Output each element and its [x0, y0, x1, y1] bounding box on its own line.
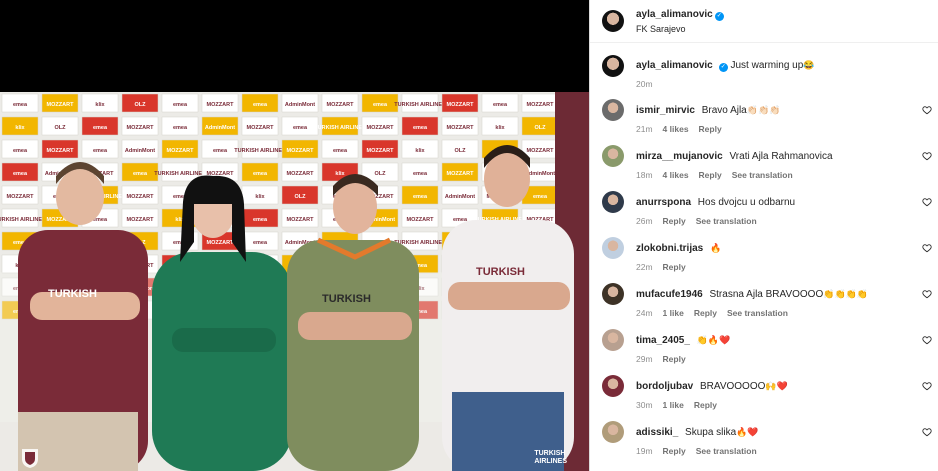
svg-text:TURKISH: TURKISH: [322, 293, 371, 305]
comment-row: anurrspona Hos dvojcu u odbarnu 26m Repl…: [602, 191, 938, 237]
comment-text: Hos dvojcu u odbarnu: [697, 197, 796, 208]
post-photo[interactable]: emea MOZZART klix OLZ emea MOZZART emea AdminMo…: [0, 0, 589, 471]
see-translation-link[interactable]: See translation: [732, 170, 793, 180]
watermark-line-1: TURKISH: [534, 450, 566, 457]
heart-icon[interactable]: [922, 381, 932, 391]
post-location[interactable]: FK Sarajevo: [636, 24, 724, 34]
comment-time[interactable]: 21m: [636, 124, 653, 134]
comment-row: tima_2405_ 👏🔥❤️ 29m Reply: [602, 329, 938, 375]
photo-content: emea MOZZART klix OLZ emea MOZZART emea AdminMo…: [0, 92, 589, 471]
comment-time[interactable]: 26m: [636, 216, 653, 226]
svg-text:TURKISH: TURKISH: [48, 288, 97, 300]
post-header: ayla_alimanovic ✓ FK Sarajevo: [590, 0, 938, 43]
comment-likes[interactable]: 4 likes: [663, 124, 689, 134]
heart-icon[interactable]: [922, 151, 932, 161]
comment-emoji: 🔥❤️: [736, 427, 759, 437]
comment-likes[interactable]: 4 likes: [663, 170, 689, 180]
heart-icon[interactable]: [922, 335, 932, 345]
comment-text: Strasna Ajla BRAVOOOO: [709, 289, 824, 300]
comment-username[interactable]: mufacufe1946: [636, 289, 703, 300]
caption-avatar[interactable]: [602, 55, 624, 77]
caption-username[interactable]: ayla_alimanovic: [636, 60, 713, 71]
author-username[interactable]: ayla_alimanovic: [636, 9, 713, 20]
heart-icon[interactable]: [922, 243, 932, 253]
svg-text:TURKISH: TURKISH: [476, 266, 525, 278]
heart-icon[interactable]: [922, 427, 932, 437]
comment-row: mufacufe1946 Strasna Ajla BRAVOOOO👏👏👏👏 2…: [602, 283, 938, 329]
comment-row: mirza__mujanovic Vrati Ajla Rahmanovica …: [602, 145, 938, 191]
verified-badge-icon: ✓: [714, 11, 724, 21]
comment-time[interactable]: 29m: [636, 354, 653, 364]
commenter-avatar[interactable]: [602, 145, 624, 167]
comment-username[interactable]: ismir_mirvic: [636, 105, 695, 116]
comment-text: BRAVOOOOO: [700, 381, 766, 392]
comment-row: bordoljubav BRAVOOOOO🙌❤️ 30m 1 like Repl…: [602, 375, 938, 421]
caption-emoji: 😂: [803, 60, 815, 70]
post-viewer: emea MOZZART klix OLZ emea MOZZART emea AdminMo…: [0, 0, 938, 471]
see-translation-link[interactable]: See translation: [727, 308, 788, 318]
commenter-avatar[interactable]: [602, 99, 624, 121]
comment-time[interactable]: 30m: [636, 400, 653, 410]
player-maroon-kit: TURKISH: [18, 162, 148, 471]
caption-row: ayla_alimanovic ✓ Just warming up😂 20m: [602, 55, 938, 99]
comments-panel: ayla_alimanovic ✓ FK Sarajevo ayla_aliman…: [589, 0, 938, 471]
comment-emoji: 👏🔥❤️: [696, 335, 731, 345]
comment-row: zlokobni.trijas 🔥 22m Reply: [602, 237, 938, 283]
see-translation-link[interactable]: See translation: [696, 216, 757, 226]
verified-badge-icon: ✓: [718, 63, 728, 72]
comment-username[interactable]: tima_2405_: [636, 335, 690, 346]
comment-time[interactable]: 22m: [636, 262, 653, 272]
player-olive-kit: TURKISH: [287, 174, 419, 471]
comment-username[interactable]: adissiki_: [636, 427, 678, 438]
commenter-avatar[interactable]: [602, 329, 624, 351]
commenter-avatar[interactable]: [602, 191, 624, 213]
comment-time[interactable]: 19m: [636, 446, 653, 456]
comment-emoji: 🔥: [710, 243, 722, 253]
comment-row: adissiki_ Skupa slika🔥❤️ 19m Reply See t…: [602, 421, 938, 467]
comment-username[interactable]: bordoljubav: [636, 381, 693, 392]
reply-button[interactable]: Reply: [699, 170, 722, 180]
comment-text: Bravo Ajla: [701, 105, 747, 116]
commenter-avatar[interactable]: [602, 421, 624, 443]
reply-button[interactable]: Reply: [699, 124, 722, 134]
author-avatar[interactable]: [602, 10, 624, 32]
comment-likes[interactable]: 1 like: [663, 400, 684, 410]
reply-button[interactable]: Reply: [663, 446, 686, 456]
reply-button[interactable]: Reply: [663, 354, 686, 364]
heart-icon[interactable]: [922, 105, 932, 115]
commenter-avatar[interactable]: [602, 237, 624, 259]
reply-button[interactable]: Reply: [663, 216, 686, 226]
comment-likes[interactable]: 1 like: [663, 308, 684, 318]
player-white-kit: TURKISH: [442, 145, 574, 471]
comment-time[interactable]: 24m: [636, 308, 653, 318]
comment-text: Skupa slika: [685, 427, 737, 438]
commenter-avatar[interactable]: [602, 375, 624, 397]
comment-username[interactable]: zlokobni.trijas: [636, 243, 703, 254]
comment-username[interactable]: anurrspona: [636, 197, 691, 208]
watermark-line-2: AIRLINES: [534, 458, 567, 465]
heart-icon[interactable]: [922, 289, 932, 299]
comment-text: Vrati Ajla Rahmanovica: [729, 151, 833, 162]
heart-icon[interactable]: [922, 197, 932, 207]
comment-emoji: 👏👏👏👏: [823, 289, 869, 299]
caption-text: Just warming up: [730, 60, 804, 71]
reply-button[interactable]: Reply: [694, 400, 717, 410]
commenter-avatar[interactable]: [602, 283, 624, 305]
comment-row: ismir_mirvic Bravo Ajla👏🏻👏🏻👏🏻 21m 4 like…: [602, 99, 938, 145]
comment-time[interactable]: 18m: [636, 170, 653, 180]
see-translation-link[interactable]: See translation: [696, 446, 757, 456]
comments-list: ayla_alimanovic ✓ Just warming up😂 20m is…: [590, 55, 938, 467]
comment-emoji: 👏🏻👏🏻👏🏻: [746, 105, 781, 115]
caption-time[interactable]: 20m: [636, 79, 653, 89]
reply-button[interactable]: Reply: [663, 262, 686, 272]
brand-watermark: TURKISH AIRLINES: [534, 450, 567, 466]
presenter-green-suit: [152, 175, 292, 471]
comment-emoji: 🙌❤️: [765, 381, 788, 391]
reply-button[interactable]: Reply: [694, 308, 717, 318]
comment-username[interactable]: mirza__mujanovic: [636, 151, 723, 162]
club-crest-icon: [22, 449, 38, 468]
players-group: TURKISH TURKISH TURKISH: [18, 145, 574, 471]
